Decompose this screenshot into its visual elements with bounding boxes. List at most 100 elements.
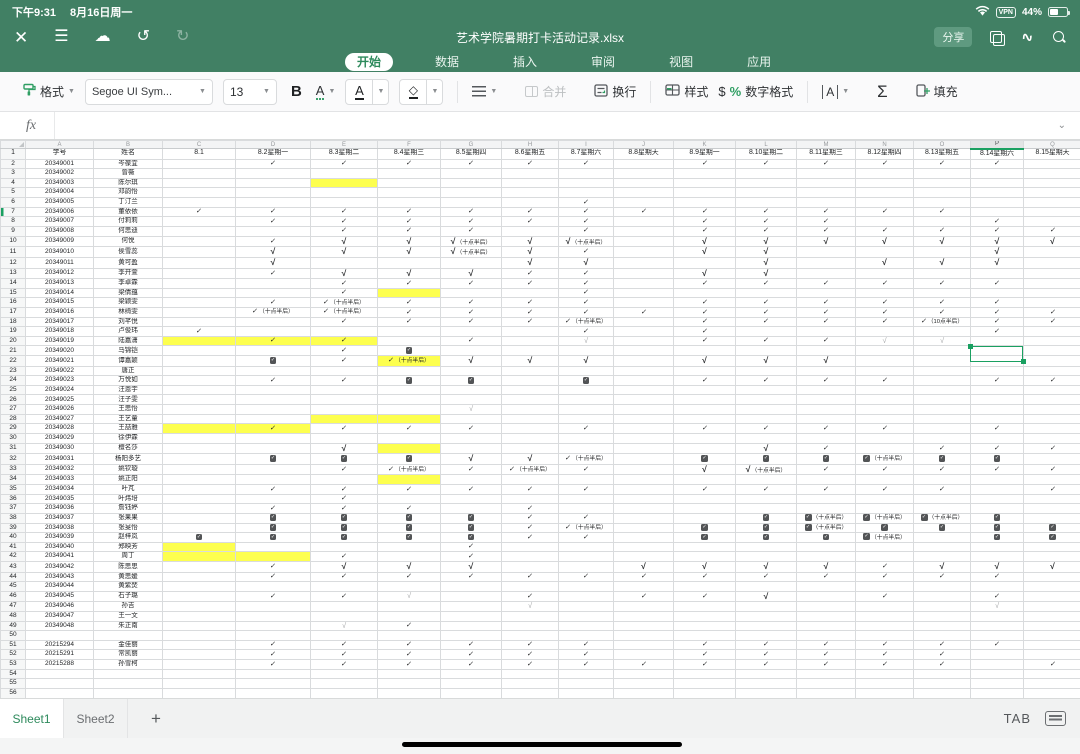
row-number-50[interactable]: 50	[1, 631, 26, 641]
cell-M9[interactable]: ✓	[797, 226, 856, 236]
cell-B56[interactable]	[94, 688, 163, 698]
cell-O36[interactable]	[914, 494, 971, 504]
cell-P42[interactable]	[971, 552, 1024, 562]
cell-M35[interactable]: ✓	[797, 485, 856, 495]
cell-E41[interactable]	[311, 542, 378, 552]
cell-O16[interactable]: ✓	[914, 298, 971, 308]
cell-H31[interactable]	[502, 443, 559, 454]
cell-J3[interactable]	[614, 169, 674, 179]
cell-D4[interactable]	[236, 178, 311, 188]
column-header-F[interactable]: F	[378, 141, 441, 149]
cell-N27[interactable]	[856, 405, 914, 415]
cell-Q33[interactable]: ✓	[1024, 464, 1080, 475]
cell-N6[interactable]	[856, 198, 914, 208]
column-header-C[interactable]: C	[163, 141, 236, 149]
cell-K13[interactable]: √	[674, 268, 736, 279]
cell-A30[interactable]: 20349029	[26, 433, 94, 443]
cell-I39[interactable]: ✓（十点半后）	[559, 523, 614, 533]
cell-K19[interactable]: ✓	[674, 327, 736, 337]
cell-Q17[interactable]: ✓	[1024, 307, 1080, 317]
cell-E29[interactable]: ✓	[311, 424, 378, 434]
cell-F56[interactable]	[378, 688, 441, 698]
cell-A1[interactable]: 学号	[26, 149, 94, 160]
cell-J38[interactable]	[614, 513, 674, 523]
cell-N40[interactable]: ✓（十点半后）	[856, 533, 914, 543]
cell-A48[interactable]: 20349047	[26, 611, 94, 621]
cell-K15[interactable]	[674, 288, 736, 298]
cell-G34[interactable]	[441, 475, 502, 485]
cell-E37[interactable]: ✓	[311, 504, 378, 514]
cell-A55[interactable]	[26, 679, 94, 689]
cell-A40[interactable]: 20349039	[26, 533, 94, 543]
cell-L54[interactable]	[736, 669, 797, 679]
cell-P47[interactable]: √	[971, 602, 1024, 612]
sheet-tab-Sheet1[interactable]: Sheet1	[0, 699, 64, 738]
cell-B43[interactable]: 陈思思	[94, 562, 163, 573]
cell-D54[interactable]	[236, 669, 311, 679]
cell-J26[interactable]	[614, 395, 674, 405]
cell-L16[interactable]: ✓	[736, 298, 797, 308]
cell-M17[interactable]: ✓	[797, 307, 856, 317]
cell-A31[interactable]: 20349030	[26, 443, 94, 454]
cell-E36[interactable]: ✓	[311, 494, 378, 504]
cell-L7[interactable]: ✓	[736, 207, 797, 217]
cell-F45[interactable]	[378, 582, 441, 592]
pen-scribble-icon[interactable]: ∿	[1020, 27, 1036, 47]
cell-J10[interactable]	[614, 236, 674, 247]
cell-P3[interactable]	[971, 169, 1024, 179]
cell-O21[interactable]	[914, 346, 971, 356]
cell-G27[interactable]: √	[441, 405, 502, 415]
cloud-sync-icon[interactable]: ☁	[95, 29, 111, 45]
cell-D1[interactable]: 8.2星期一	[236, 149, 311, 160]
cell-H44[interactable]: ✓	[502, 572, 559, 582]
cell-C37[interactable]	[163, 504, 236, 514]
cell-D29[interactable]: ✓	[236, 424, 311, 434]
cell-N2[interactable]: ✓	[856, 159, 914, 169]
cell-A16[interactable]: 20349015	[26, 298, 94, 308]
cell-P52[interactable]	[971, 650, 1024, 660]
cell-M42[interactable]	[797, 552, 856, 562]
row-number-16[interactable]: 16	[1, 298, 26, 308]
cell-H4[interactable]	[502, 178, 559, 188]
redo-icon[interactable]: ↻	[176, 29, 189, 45]
cell-E34[interactable]	[311, 475, 378, 485]
cell-H36[interactable]	[502, 494, 559, 504]
cell-O37[interactable]	[914, 504, 971, 514]
cell-F41[interactable]	[378, 542, 441, 552]
cell-C3[interactable]	[163, 169, 236, 179]
cell-J8[interactable]	[614, 217, 674, 227]
cell-P8[interactable]: ✓	[971, 217, 1024, 227]
cell-P49[interactable]	[971, 621, 1024, 631]
cell-I29[interactable]: ✓	[559, 424, 614, 434]
row-number-28[interactable]: 28	[1, 414, 26, 424]
format-painter-button[interactable]: 格式 ▼	[22, 83, 75, 100]
cell-J19[interactable]	[614, 327, 674, 337]
cell-L4[interactable]	[736, 178, 797, 188]
cell-B20[interactable]: 陆嘉潇	[94, 336, 163, 346]
font-color-button[interactable]: A ▼	[345, 79, 389, 105]
cell-H28[interactable]	[502, 414, 559, 424]
cell-E38[interactable]: ✓	[311, 513, 378, 523]
cell-L32[interactable]: ✓	[736, 454, 797, 465]
cell-J17[interactable]: ✓	[614, 307, 674, 317]
cell-M33[interactable]: ✓	[797, 464, 856, 475]
cell-K7[interactable]: ✓	[674, 207, 736, 217]
cell-M31[interactable]: ✓	[797, 443, 856, 454]
cell-M2[interactable]: ✓	[797, 159, 856, 169]
cell-M46[interactable]	[797, 591, 856, 602]
cell-N47[interactable]	[856, 602, 914, 612]
cell-H21[interactable]	[502, 346, 559, 356]
cell-O54[interactable]	[914, 669, 971, 679]
cell-Q29[interactable]	[1024, 424, 1080, 434]
cell-B44[interactable]: 黄思媛	[94, 572, 163, 582]
cell-B32[interactable]: 杨阳多艺	[94, 454, 163, 465]
cell-B13[interactable]: 李开萱	[94, 268, 163, 279]
cell-D32[interactable]: ✓	[236, 454, 311, 465]
cell-O9[interactable]: ✓	[914, 226, 971, 236]
cell-N39[interactable]: ✓	[856, 523, 914, 533]
cell-K55[interactable]	[674, 679, 736, 689]
cell-E1[interactable]: 8.3星期二	[311, 149, 378, 160]
cell-H15[interactable]	[502, 288, 559, 298]
cell-Q52[interactable]	[1024, 650, 1080, 660]
cell-N29[interactable]: ✓	[856, 424, 914, 434]
